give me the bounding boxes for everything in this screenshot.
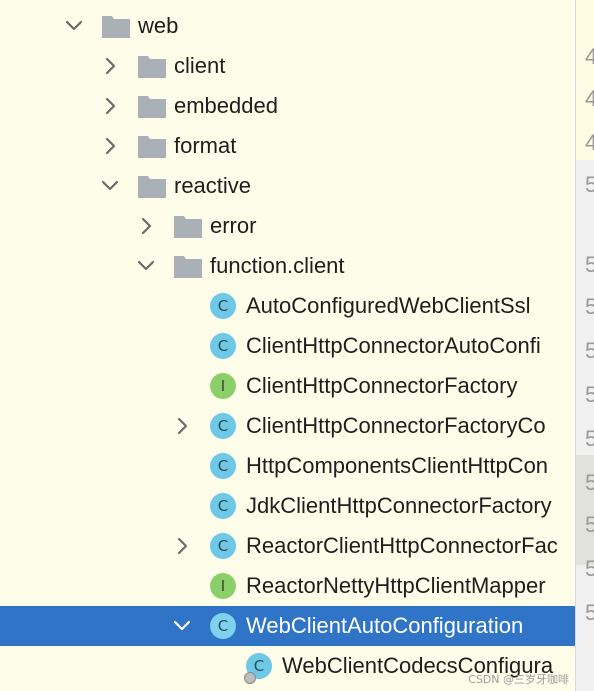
line-number: 5: [585, 512, 594, 538]
tree-row-label: ReactorClientHttpConnectorFac: [246, 533, 558, 558]
tree-row-class[interactable]: C ClientHttpConnectorAutoConfi: [0, 326, 575, 366]
folder-icon: [137, 133, 167, 159]
tree-row-label: reactive: [174, 173, 252, 198]
project-tree: web client embedded format reactive erro…: [0, 0, 575, 691]
folder-icon: [137, 173, 167, 199]
tree-row-interface[interactable]: I ReactorNettyHttpClientMapper: [0, 566, 575, 606]
line-number: 4: [585, 86, 594, 112]
tree-row-class[interactable]: C HttpComponentsClientHttpCon: [0, 446, 575, 486]
tree-row-label: embedded: [174, 93, 278, 118]
line-number: 5: [585, 556, 594, 582]
tree-row-reactive[interactable]: reactive: [0, 166, 575, 206]
tree-row-label: ClientHttpConnectorAutoConfi: [246, 333, 541, 358]
line-number: 5: [585, 294, 594, 320]
chevron-down-icon[interactable]: [98, 174, 122, 198]
tree-row-error[interactable]: error: [0, 206, 575, 246]
class-icon: C: [210, 533, 236, 559]
class-icon: C: [210, 613, 236, 639]
tree-row-label: AutoConfiguredWebClientSsl: [246, 293, 531, 318]
tree-row-label: format: [174, 133, 237, 158]
tree-row-selected[interactable]: C WebClientAutoConfiguration: [0, 606, 575, 646]
tree-row-label: client: [174, 53, 226, 78]
tree-row-class[interactable]: C AutoConfiguredWebClientSsl: [0, 286, 575, 326]
line-number: 5: [585, 470, 594, 496]
tree-row-label: function.client: [210, 253, 345, 278]
chevron-right-icon[interactable]: [98, 54, 122, 78]
tree-row-label: web: [138, 13, 179, 38]
tree-row-format[interactable]: format: [0, 126, 575, 166]
folder-icon: [173, 253, 203, 279]
tree-row-label: ReactorNettyHttpClientMapper: [246, 573, 546, 598]
line-number: 4: [585, 130, 594, 156]
class-icon: C: [210, 453, 236, 479]
tree-row-web[interactable]: web: [0, 6, 575, 46]
tree-row-label: ClientHttpConnectorFactory: [246, 373, 518, 398]
watermark: CSDN @三岁牙咖啡: [468, 673, 569, 686]
line-number: 5: [585, 600, 594, 626]
tree-row-label: WebClientAutoConfiguration: [246, 613, 524, 638]
folder-icon: [137, 93, 167, 119]
tree-row-function-client[interactable]: function.client: [0, 246, 575, 286]
interface-icon: I: [210, 373, 236, 399]
tree-row-client[interactable]: client: [0, 46, 575, 86]
tree-row-label: HttpComponentsClientHttpCon: [246, 453, 549, 478]
folder-icon: [101, 13, 131, 39]
tree-row-label: ClientHttpConnectorFactoryCo: [246, 413, 546, 438]
lock-badge-icon: [244, 672, 256, 684]
folder-icon: [173, 213, 203, 239]
line-number: 5: [585, 172, 594, 198]
tree-row-label: error: [210, 213, 257, 238]
chevron-down-icon[interactable]: [62, 14, 86, 38]
chevron-right-icon[interactable]: [98, 134, 122, 158]
editor-gutter: 4 4 4 5 5 5 5 5 5 5 5 5 5: [575, 0, 594, 691]
line-number: 5: [585, 252, 594, 278]
class-icon: C: [210, 293, 236, 319]
interface-icon: I: [210, 573, 236, 599]
class-icon: C: [210, 413, 236, 439]
folder-icon: [137, 53, 167, 79]
line-number: 4: [585, 44, 594, 70]
tree-row-class[interactable]: C JdkClientHttpConnectorFactory: [0, 486, 575, 526]
line-number: 5: [585, 338, 594, 364]
tree-row-embedded[interactable]: embedded: [0, 86, 575, 126]
chevron-right-icon[interactable]: [170, 534, 194, 558]
class-icon: C: [210, 333, 236, 359]
line-number: 5: [585, 382, 594, 408]
chevron-down-icon[interactable]: [170, 614, 194, 638]
line-number: 5: [585, 426, 594, 452]
tree-row-class[interactable]: C ReactorClientHttpConnectorFac: [0, 526, 575, 566]
chevron-right-icon[interactable]: [170, 414, 194, 438]
class-icon: C: [210, 493, 236, 519]
tree-row-interface[interactable]: I ClientHttpConnectorFactory: [0, 366, 575, 406]
chevron-right-icon[interactable]: [134, 214, 158, 238]
tree-row-class[interactable]: C ClientHttpConnectorFactoryCo: [0, 406, 575, 446]
chevron-right-icon[interactable]: [98, 94, 122, 118]
chevron-down-icon[interactable]: [134, 254, 158, 278]
tree-row-label: JdkClientHttpConnectorFactory: [246, 493, 552, 518]
